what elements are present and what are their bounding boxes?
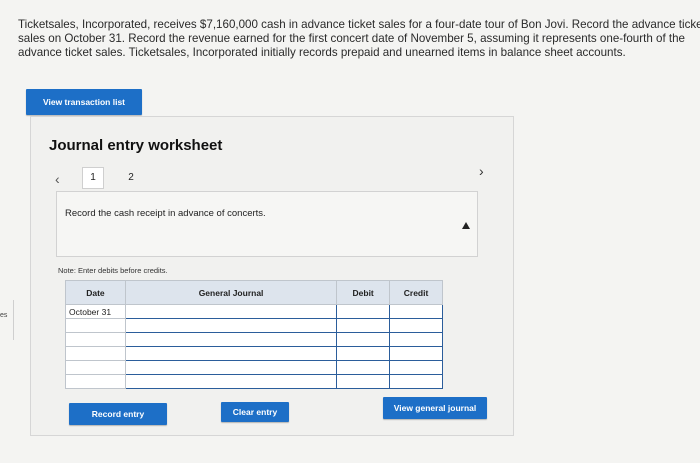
table-row bbox=[65, 374, 443, 389]
view-general-journal-button[interactable]: View general journal bbox=[383, 397, 487, 419]
account-field[interactable] bbox=[124, 332, 338, 347]
credit-field[interactable] bbox=[389, 360, 443, 375]
debit-field[interactable] bbox=[336, 374, 391, 389]
problem-line-2: sales on October 31. Record the revenue … bbox=[18, 32, 686, 45]
debit-header: Debit bbox=[336, 280, 391, 305]
problem-statement: Ticketsales, Incorporated, receives $7,1… bbox=[18, 18, 700, 60]
account-field[interactable] bbox=[124, 374, 338, 389]
debit-field[interactable] bbox=[336, 332, 391, 347]
general-journal-header: General Journal bbox=[124, 280, 338, 305]
date-cell[interactable] bbox=[65, 374, 126, 389]
tab-1[interactable]: 1 bbox=[82, 167, 104, 189]
side-tab[interactable]: es bbox=[0, 300, 14, 340]
prev-arrow-icon[interactable]: ‹ bbox=[55, 171, 60, 187]
mouse-cursor-icon bbox=[462, 222, 470, 229]
table-row bbox=[65, 360, 443, 375]
date-cell[interactable] bbox=[65, 346, 126, 361]
worksheet-title: Journal entry worksheet bbox=[49, 137, 223, 154]
date-cell[interactable] bbox=[65, 318, 126, 333]
view-transaction-list-button[interactable]: View transaction list bbox=[26, 89, 142, 115]
record-entry-button[interactable]: Record entry bbox=[69, 403, 167, 425]
account-field[interactable] bbox=[124, 346, 338, 361]
table-row bbox=[65, 346, 443, 361]
credit-header: Credit bbox=[389, 280, 443, 305]
date-cell[interactable] bbox=[65, 360, 126, 375]
instruction-box: Record the cash receipt in advance of co… bbox=[56, 191, 478, 257]
next-arrow-icon[interactable]: › bbox=[479, 163, 484, 179]
debit-field[interactable] bbox=[336, 318, 391, 333]
problem-line-3: advance ticket sales. Ticketsales, Incor… bbox=[18, 46, 626, 59]
credit-field[interactable] bbox=[389, 346, 443, 361]
credit-field[interactable] bbox=[389, 332, 443, 347]
problem-line-1: Ticketsales, Incorporated, receives $7,1… bbox=[18, 18, 700, 31]
date-cell[interactable] bbox=[65, 332, 126, 347]
date-cell[interactable]: October 31 bbox=[65, 304, 126, 319]
debit-field[interactable] bbox=[336, 304, 391, 319]
clear-entry-button[interactable]: Clear entry bbox=[221, 402, 289, 422]
debit-credit-note: Note: Enter debits before credits. bbox=[58, 266, 168, 275]
table-row: October 31 bbox=[65, 304, 443, 319]
table-row bbox=[65, 318, 443, 333]
account-field[interactable] bbox=[124, 360, 338, 375]
account-field[interactable] bbox=[124, 304, 338, 319]
journal-entry-worksheet: Journal entry worksheet ‹ 1 2 › Record t… bbox=[30, 116, 514, 436]
credit-field[interactable] bbox=[389, 318, 443, 333]
debit-field[interactable] bbox=[336, 360, 391, 375]
journal-table: Date General Journal Debit Credit Octobe… bbox=[65, 280, 443, 389]
tab-2[interactable]: 2 bbox=[124, 167, 138, 189]
table-row bbox=[65, 332, 443, 347]
debit-field[interactable] bbox=[336, 346, 391, 361]
credit-field[interactable] bbox=[389, 304, 443, 319]
credit-field[interactable] bbox=[389, 374, 443, 389]
date-header: Date bbox=[65, 280, 126, 305]
account-field[interactable] bbox=[124, 318, 338, 333]
instruction-text: Record the cash receipt in advance of co… bbox=[65, 208, 266, 219]
